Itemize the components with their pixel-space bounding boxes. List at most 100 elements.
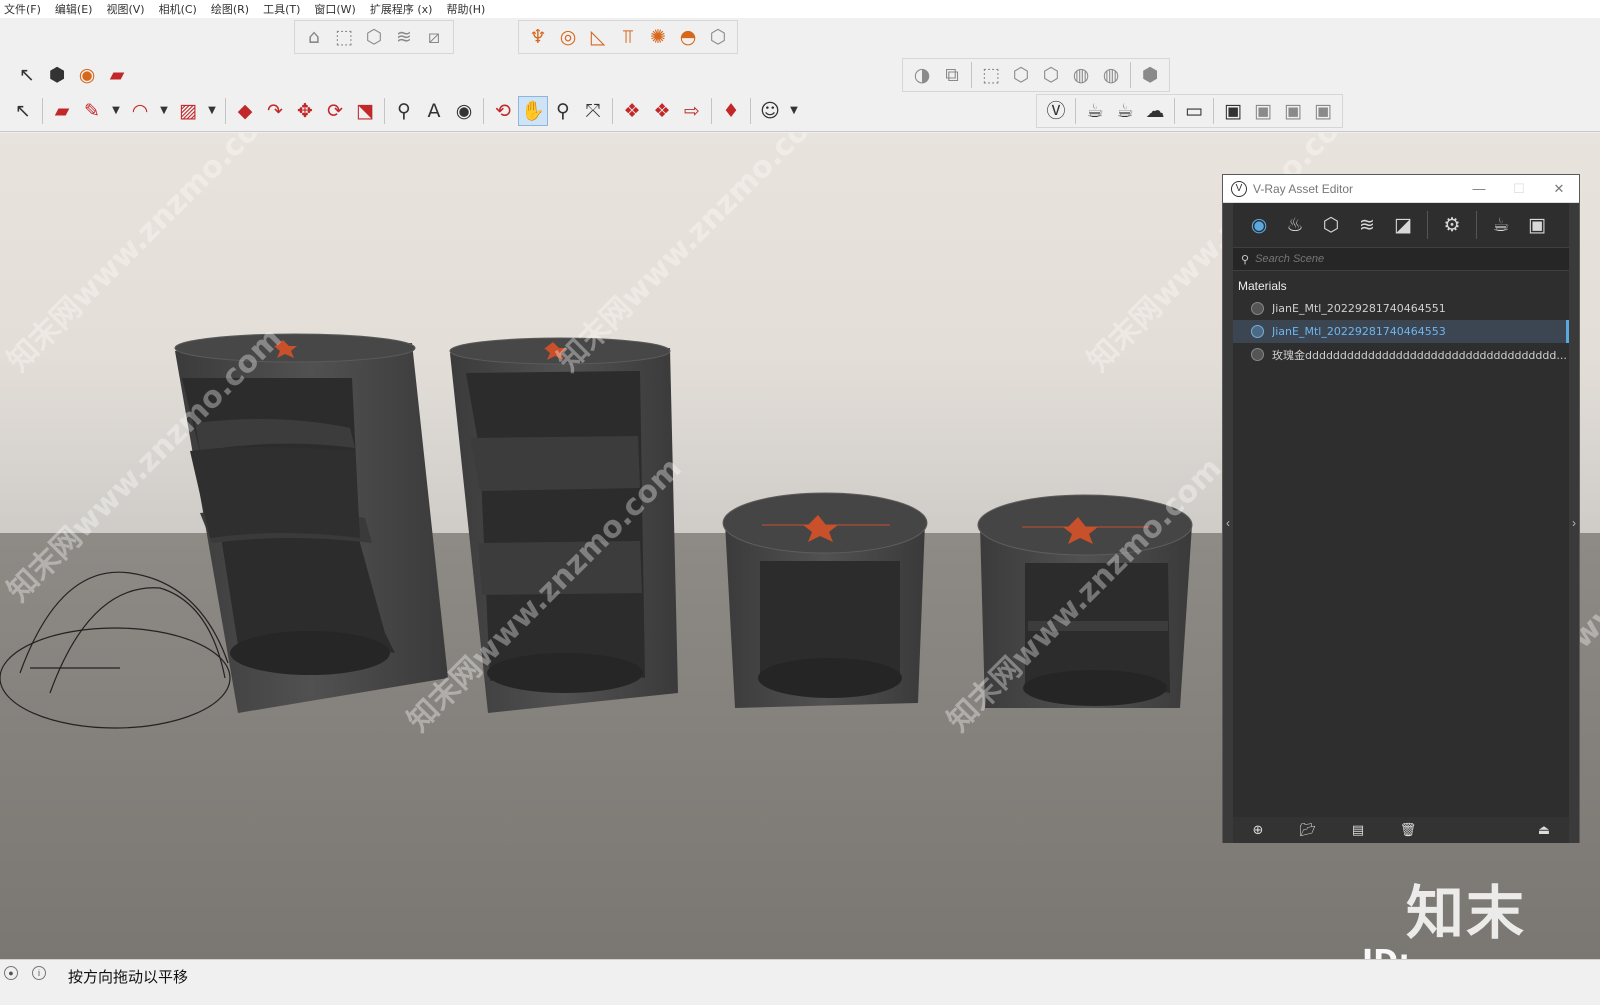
menu-item[interactable]: 绘图(R): [211, 1, 249, 17]
scale-icon[interactable]: ⬔: [350, 96, 380, 126]
section-display-icon[interactable]: ⧉: [937, 60, 967, 90]
textures-tab-icon[interactable]: ◪: [1385, 207, 1421, 243]
sandbox-toolbar: ⌂ ⬚ ⬡ ≋ ⧄: [294, 20, 454, 54]
vray-title-bar[interactable]: V V-Ray Asset Editor — ☐ ✕: [1223, 175, 1579, 203]
component-icon[interactable]: ⬢: [42, 60, 72, 90]
menu-item[interactable]: 工具(T): [263, 1, 300, 17]
chevron-down-icon[interactable]: ▼: [107, 96, 125, 126]
drape-icon[interactable]: ⧄: [419, 22, 449, 52]
warehouse-icon[interactable]: ❖: [617, 96, 647, 126]
sphere-light-icon[interactable]: ◎: [553, 22, 583, 52]
material-list-item[interactable]: 玫瑰金dddddddddddddddddddddddddddddddddddd.…: [1233, 343, 1569, 366]
pan-hand-icon[interactable]: ✋: [518, 96, 548, 126]
minimize-button[interactable]: —: [1459, 181, 1499, 196]
menu-item[interactable]: 扩展程序 (x): [370, 1, 433, 17]
follow-me-icon[interactable]: ↷: [260, 96, 290, 126]
batch-render-icon[interactable]: ▣: [1278, 96, 1308, 126]
paint-bucket-icon[interactable]: ◉: [72, 60, 102, 90]
ies-light-icon[interactable]: ⫪: [613, 22, 643, 52]
component-select-icon[interactable]: ⬢: [1135, 60, 1165, 90]
search-input[interactable]: [1255, 253, 1536, 265]
tab-divider: [1427, 211, 1428, 239]
collapse-right-arrow-icon[interactable]: ›: [1569, 203, 1579, 843]
section-plane-icon[interactable]: ◑: [907, 60, 937, 90]
zoom-extents-icon[interactable]: ⤧: [578, 96, 608, 126]
open-folder-icon[interactable]: 📂︎: [1283, 823, 1333, 838]
frame-buffer-icon[interactable]: ▭: [1179, 96, 1209, 126]
render-elements-tab-icon[interactable]: ≋: [1349, 207, 1385, 243]
save-icon[interactable]: ▤: [1333, 823, 1383, 838]
toolbar-divider: [1213, 98, 1214, 124]
vray-bottom-bar: ⊕ 📂︎ ▤ 🗑︎ ⏏: [1233, 817, 1569, 843]
account-icon[interactable]: ☺: [755, 96, 785, 126]
geolocation-icon[interactable]: ●: [4, 966, 18, 980]
eraser-icon[interactable]: ▰: [102, 60, 132, 90]
stamp-icon[interactable]: ≋: [389, 22, 419, 52]
material-list-item[interactable]: JianE_Mtl_20229281740464551: [1233, 297, 1569, 320]
terrain-from-contours-icon[interactable]: ⌂: [299, 22, 329, 52]
geometry-tab-icon[interactable]: ⬡: [1313, 207, 1349, 243]
mesh-light-icon[interactable]: ⬡: [703, 22, 733, 52]
orbit-icon[interactable]: ⟲: [488, 96, 518, 126]
menu-item[interactable]: 文件(F): [4, 1, 41, 17]
chevron-down-icon[interactable]: ▼: [155, 96, 173, 126]
settings-tab-icon[interactable]: ⚙: [1434, 207, 1470, 243]
render-teapot-icon[interactable]: ☕: [1483, 207, 1519, 243]
ruby-console-icon[interactable]: ♦: [716, 96, 746, 126]
frame-buffer-window-icon[interactable]: ▣: [1218, 96, 1248, 126]
menu-item[interactable]: 视图(V): [106, 1, 144, 17]
vray-logo-icon[interactable]: Ⓥ: [1041, 96, 1071, 126]
tape-measure-icon[interactable]: ⚲: [389, 96, 419, 126]
arc-icon[interactable]: ◠: [125, 96, 155, 126]
text-icon[interactable]: A: [419, 96, 449, 126]
push-pull-icon[interactable]: ◆: [230, 96, 260, 126]
xray-icon[interactable]: ⬚: [976, 60, 1006, 90]
chevron-down-icon[interactable]: ▼: [203, 96, 221, 126]
interactive-render-icon[interactable]: ☕: [1110, 96, 1140, 126]
menu-item[interactable]: 相机(C): [159, 1, 197, 17]
menu-item[interactable]: 窗口(W): [314, 1, 355, 17]
terrain-scratch-icon[interactable]: ⬚: [329, 22, 359, 52]
move-icon[interactable]: ✥: [290, 96, 320, 126]
vray-render-toolbar: Ⓥ ☕ ☕ ☁ ▭ ▣ ▣ ▣ ▣: [1036, 94, 1343, 128]
menu-item[interactable]: 帮助(H): [446, 1, 485, 17]
select-tool-icon[interactable]: ↖: [8, 96, 38, 126]
omni-light-icon[interactable]: ♆: [523, 22, 553, 52]
lock-icon[interactable]: ▣: [1308, 96, 1338, 126]
menu-item[interactable]: 编辑(E): [55, 1, 93, 17]
zoom-icon[interactable]: ⚲: [548, 96, 578, 126]
eraser-icon[interactable]: ▰: [47, 96, 77, 126]
rectangle-icon[interactable]: ▨: [173, 96, 203, 126]
smoove-icon[interactable]: ⬡: [359, 22, 389, 52]
render-teapot-icon[interactable]: ☕: [1080, 96, 1110, 126]
shaded-icon[interactable]: ◍: [1066, 60, 1096, 90]
sun-light-icon[interactable]: ✺: [643, 22, 673, 52]
collapse-left-arrow-icon[interactable]: ‹: [1223, 203, 1233, 843]
delete-icon[interactable]: 🗑︎: [1383, 823, 1433, 838]
purge-icon[interactable]: ⏏: [1519, 823, 1569, 838]
pencil-line-icon[interactable]: ✎: [77, 96, 107, 126]
maximize-button[interactable]: ☐: [1499, 181, 1539, 197]
info-icon[interactable]: i: [32, 966, 46, 980]
render-cloud-icon[interactable]: ☁: [1140, 96, 1170, 126]
close-button[interactable]: ✕: [1539, 181, 1579, 197]
select-tool-icon[interactable]: ↖: [12, 60, 42, 90]
shaded-texture-icon[interactable]: ◍: [1096, 60, 1126, 90]
lock-camera-icon[interactable]: ▣: [1248, 96, 1278, 126]
add-material-icon[interactable]: ⊕: [1233, 823, 1283, 838]
rotate-icon[interactable]: ⟳: [320, 96, 350, 126]
spot-light-icon[interactable]: ◺: [583, 22, 613, 52]
toolbar-divider: [612, 98, 613, 124]
paint-icon[interactable]: ◉: [449, 96, 479, 126]
wireframe-icon[interactable]: ⬡: [1006, 60, 1036, 90]
dome-light-icon[interactable]: ◓: [673, 22, 703, 52]
toolbar-divider: [711, 98, 712, 124]
hidden-line-icon[interactable]: ⬡: [1036, 60, 1066, 90]
frame-buffer-icon[interactable]: ▣: [1519, 207, 1555, 243]
materials-tab-icon[interactable]: ◉: [1241, 207, 1277, 243]
extension-warehouse-icon[interactable]: ❖: [647, 96, 677, 126]
share-model-icon[interactable]: ⇨: [677, 96, 707, 126]
lights-tab-icon[interactable]: ♨: [1277, 207, 1313, 243]
chevron-down-icon[interactable]: ▼: [785, 96, 803, 126]
material-list-item[interactable]: JianE_Mtl_20229281740464553: [1233, 320, 1569, 343]
